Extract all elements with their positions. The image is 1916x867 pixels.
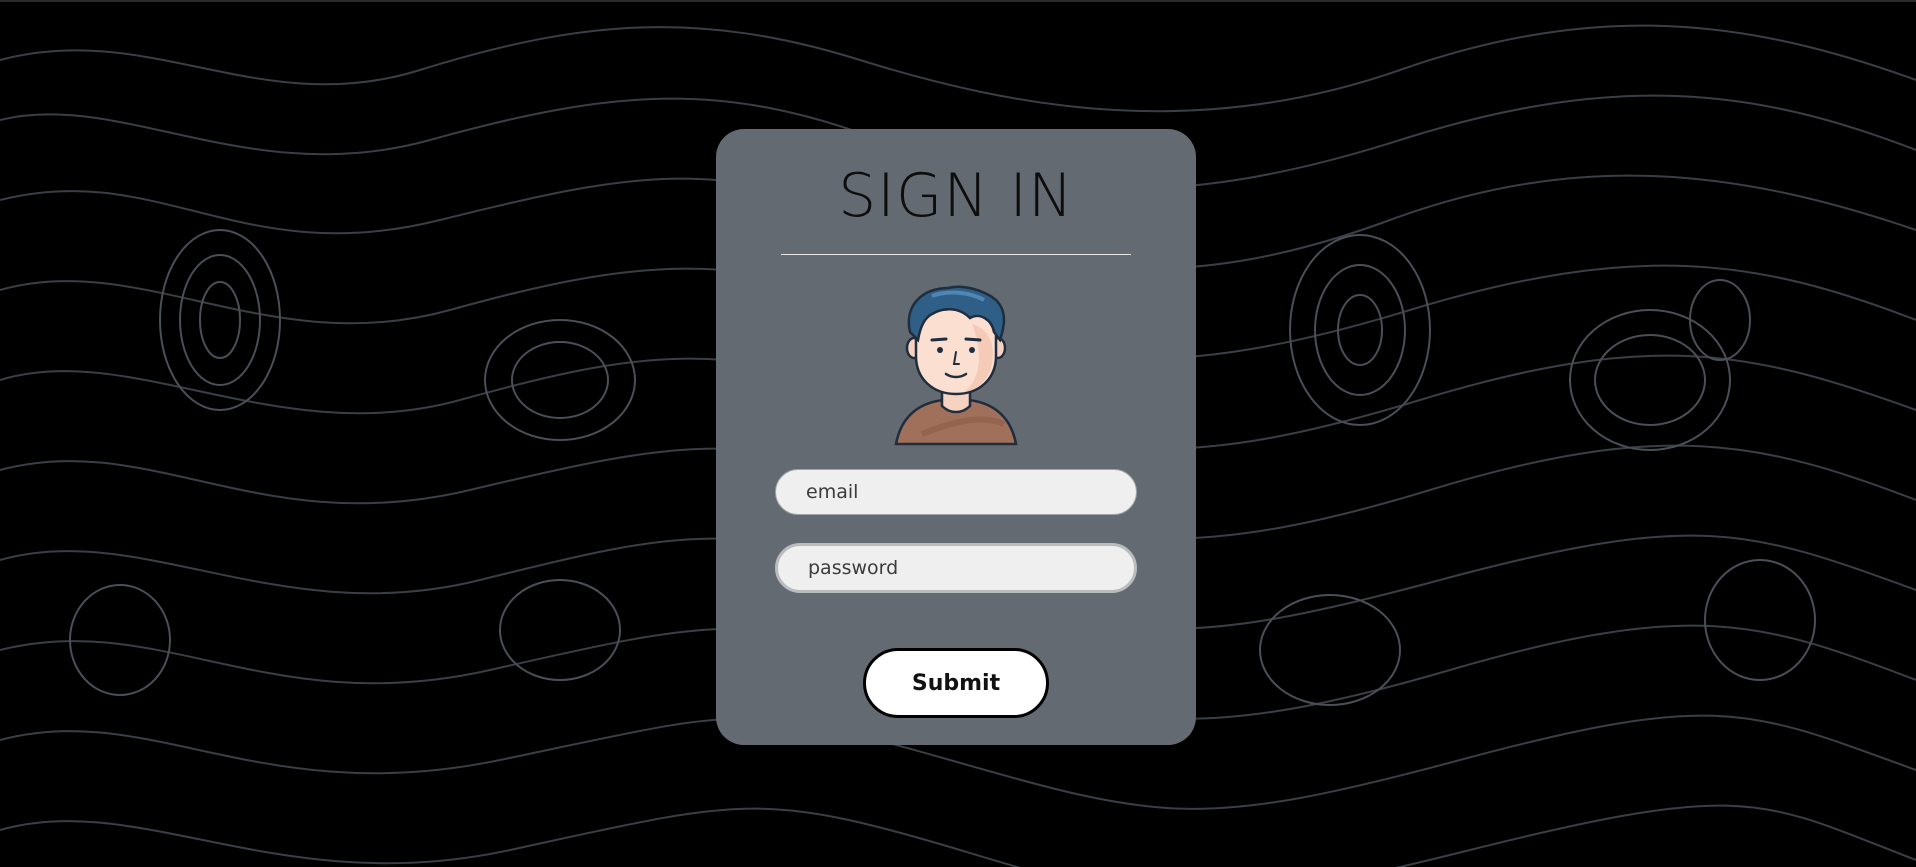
email-input[interactable] xyxy=(775,469,1137,515)
password-input[interactable] xyxy=(775,543,1137,593)
sign-in-card: SIGN IN Submit xyxy=(716,129,1196,745)
page-title: SIGN IN xyxy=(838,161,1074,231)
user-avatar-icon xyxy=(894,285,1018,446)
title-divider xyxy=(781,254,1131,255)
submit-button[interactable]: Submit xyxy=(863,648,1049,718)
